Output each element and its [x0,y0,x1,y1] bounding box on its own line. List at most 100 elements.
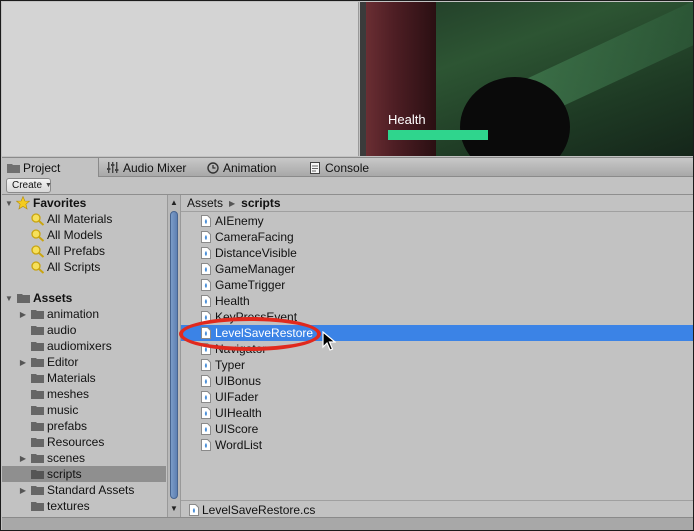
folder-label: Editor [47,355,79,369]
file-label: LevelSaveRestore [215,326,314,340]
csharp-script-icon [201,375,211,387]
file-item[interactable]: KeyPressEvent [181,309,693,325]
file-label: CameraFacing [215,230,294,244]
file-item[interactable]: GameTrigger [181,277,693,293]
file-item[interactable]: LevelSaveRestore [181,325,693,341]
chevron-right-icon: ▶ [229,198,236,208]
health-bar [388,130,488,140]
csharp-script-icon [201,359,211,371]
unity-editor-window: Health Project Audio Mixer Animation Con… [0,0,694,531]
chevron-down-icon: ▼ [45,182,52,189]
favorite-item[interactable]: All Scripts [2,259,166,275]
file-item[interactable]: Typer [181,357,693,373]
breadcrumb-scripts[interactable]: scripts [241,196,280,210]
scroll-down-icon[interactable]: ▼ [168,502,180,514]
expand-arrow-icon[interactable]: ▼ [4,198,14,208]
file-item[interactable]: AIEnemy [181,213,693,229]
folder-label: animation [47,307,100,321]
tree-folder-audio[interactable]: audio [2,322,166,338]
folder-icon [31,485,44,495]
breadcrumb: Assets ▶ scripts [181,195,693,212]
folder-icon [17,293,30,303]
create-label: Create [12,180,43,191]
tree-scrollbar[interactable]: ▲ ▼ [167,195,181,517]
favorite-item[interactable]: All Models [2,227,166,243]
folder-label: prefabs [47,419,88,433]
folder-label: textures [47,499,90,513]
folder-label: Resources [47,435,105,449]
file-item[interactable]: GameManager [181,261,693,277]
tree-folder-meshes[interactable]: meshes [2,386,166,402]
tree-folder-materials[interactable]: Materials [2,370,166,386]
tree-folder-scenes[interactable]: ▶ scenes [2,450,166,466]
mouse-cursor-icon [322,331,336,351]
favorite-label: All Prefabs [47,244,106,258]
file-label: UIFader [215,390,259,404]
breadcrumb-assets[interactable]: Assets [187,196,223,210]
game-view[interactable]: Health [360,2,693,156]
scrollbar-thumb[interactable] [170,211,178,499]
tree-folder-animation[interactable]: ▶ animation [2,306,166,322]
tree-folder-music[interactable]: music [2,402,166,418]
folder-icon [31,357,44,367]
file-item[interactable]: WordList [181,437,693,453]
tab-audio-mixer[interactable]: Audio Mixer [106,158,200,177]
file-label: UIBonus [215,374,262,388]
file-item[interactable]: Navigator [181,341,693,357]
tree-folder-audiomixers[interactable]: audiomixers [2,338,166,354]
file-item[interactable]: UIBonus [181,373,693,389]
favorite-item[interactable]: All Prefabs [2,243,166,259]
file-item[interactable]: UIHealth [181,405,693,421]
favorite-item[interactable]: All Materials [2,211,166,227]
expand-arrow-icon[interactable]: ▶ [18,485,28,495]
folder-label: Standard Assets [47,483,135,497]
tree-folder-resources[interactable]: Resources [2,434,166,450]
favorites-label: Favorites [33,196,87,210]
scroll-up-icon[interactable]: ▲ [168,196,180,208]
file-item[interactable]: CameraFacing [181,229,693,245]
file-label: Navigator [215,342,267,356]
tree-folder-scripts[interactable]: scripts [2,466,166,482]
csharp-script-icon [201,407,211,419]
tab-label: Audio Mixer [123,160,187,175]
file-item[interactable]: UIScore [181,421,693,437]
expand-arrow-icon[interactable]: ▶ [18,357,28,367]
folder-icon [31,437,44,447]
folder-icon [31,405,44,415]
create-dropdown-button[interactable]: Create ▼ [6,178,52,193]
expand-arrow-icon[interactable]: ▶ [18,309,28,319]
file-item[interactable]: UIFader [181,389,693,405]
selected-file-path: LevelSaveRestore.cs [202,503,316,517]
favorite-label: All Materials [47,212,113,226]
health-label: Health [388,112,426,127]
folder-icon [31,325,44,335]
tree-folder-textures[interactable]: textures [2,498,166,514]
panel-tab-bar: Project Audio Mixer Animation Console [2,157,693,178]
tree-assets[interactable]: ▼ Assets [2,290,166,306]
favorite-label: All Scripts [47,260,101,274]
folder-label: scenes [47,451,86,465]
assets-label: Assets [33,291,73,305]
file-label: GameManager [215,262,296,276]
tree-folder-prefabs[interactable]: prefabs [2,418,166,434]
tab-console[interactable]: Console [308,158,388,177]
tree-favorites[interactable]: ▼ Favorites [2,195,166,211]
file-item[interactable]: DistanceVisible [181,245,693,261]
file-list-panel: Assets ▶ scripts AIEnemy CameraFacing Dist… [181,195,693,501]
folder-icon [31,373,44,383]
tree-folder-standard-assets[interactable]: ▶ Standard Assets [2,482,166,498]
expand-arrow-icon[interactable]: ▶ [18,453,28,463]
tab-label: Console [325,160,370,175]
tree-folder-editor[interactable]: ▶ Editor [2,354,166,370]
expand-arrow-icon[interactable]: ▼ [4,293,14,303]
folder-label: scripts [47,467,82,481]
folder-icon [31,421,44,431]
tab-animation[interactable]: Animation [206,158,300,177]
scene-panel[interactable] [2,2,359,156]
file-label: AIEnemy [215,214,264,228]
file-item[interactable]: Health [181,293,693,309]
folder-icon [31,309,44,319]
tab-project[interactable]: Project [2,158,99,178]
search-icon [31,261,45,277]
folder-icon [6,161,20,175]
